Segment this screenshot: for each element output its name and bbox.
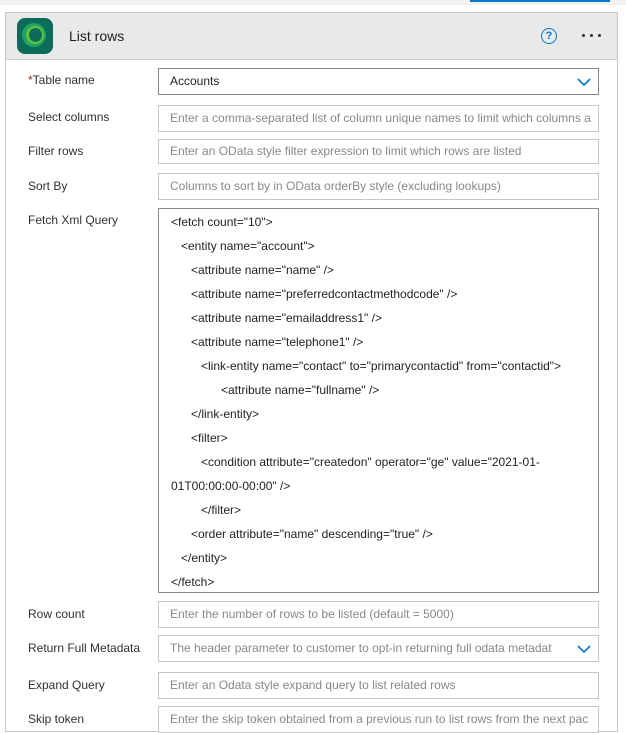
return-full-metadata-dropdown[interactable]: The header parameter to customer to opt-… <box>158 635 599 662</box>
top-strip <box>0 0 626 5</box>
help-icon[interactable]: ? <box>541 28 557 44</box>
xml-line: <filter> <box>191 431 228 445</box>
xml-line: <attribute name="emailaddress1" /> <box>191 311 382 325</box>
xml-line: </entity> <box>181 551 228 565</box>
select-columns-input[interactable]: Enter a comma-separated list of column u… <box>158 105 599 132</box>
more-options-icon[interactable] <box>579 25 605 45</box>
xml-line: <attribute name="fullname" /> <box>221 383 380 397</box>
xml-line: <order attribute="name" descending="true… <box>191 527 433 541</box>
table-name-dropdown[interactable]: Accounts <box>158 68 599 95</box>
action-header[interactable]: List rows ? <box>6 13 617 60</box>
sort-by-input[interactable]: Columns to sort by in OData orderBy styl… <box>158 173 599 200</box>
xml-line: <attribute name="name" /> <box>191 263 334 277</box>
expand-query-label: Expand Query <box>28 678 105 692</box>
xml-line: <link-entity name="contact" to="primaryc… <box>201 359 562 373</box>
skip-token-label: Skip token <box>28 712 85 726</box>
xml-line: 01T00:00:00-00:00" /> <box>171 479 291 493</box>
table-name-label-text: Table name <box>32 73 95 87</box>
filter-rows-input[interactable]: Enter an OData style filter expression t… <box>158 139 599 164</box>
row-count-label: Row count <box>28 607 85 621</box>
xml-line: <fetch count="10"> <box>171 215 273 229</box>
row-count-input[interactable]: Enter the number of rows to be listed (d… <box>158 601 599 628</box>
action-card: List rows ? *Table name Accounts Select … <box>5 12 618 733</box>
expand-query-input[interactable]: Enter an Odata style expand query to lis… <box>158 672 599 699</box>
xml-line: <entity name="account"> <box>181 239 315 253</box>
chevron-down-icon[interactable] <box>574 640 594 658</box>
action-title: List rows <box>69 28 125 44</box>
skip-token-input[interactable]: Enter the skip token obtained from a pre… <box>158 706 599 733</box>
top-accent-bar <box>470 0 610 2</box>
select-columns-label: Select columns <box>28 110 110 124</box>
table-name-label: *Table name <box>28 73 95 87</box>
return-full-metadata-placeholder: The header parameter to customer to opt-… <box>170 641 552 655</box>
dataverse-logo-icon <box>17 18 53 54</box>
chevron-down-icon[interactable] <box>574 73 594 91</box>
xml-line: <attribute name="preferredcontactmethodc… <box>191 287 458 301</box>
table-name-value: Accounts <box>170 74 220 88</box>
xml-line: <attribute name="telephone1" /> <box>191 335 364 349</box>
filter-rows-label: Filter rows <box>28 144 84 158</box>
sort-by-label: Sort By <box>28 179 68 193</box>
xml-line: </link-entity> <box>191 407 260 421</box>
xml-line: <condition attribute="createdon" operato… <box>201 455 540 469</box>
xml-line: </fetch> <box>171 575 215 589</box>
fetch-xml-label: Fetch Xml Query <box>28 213 119 227</box>
fetch-xml-textarea[interactable]: <fetch count="10"> <entity name="account… <box>158 208 599 593</box>
xml-line: </filter> <box>201 503 242 517</box>
return-full-metadata-label: Return Full Metadata <box>28 641 141 655</box>
